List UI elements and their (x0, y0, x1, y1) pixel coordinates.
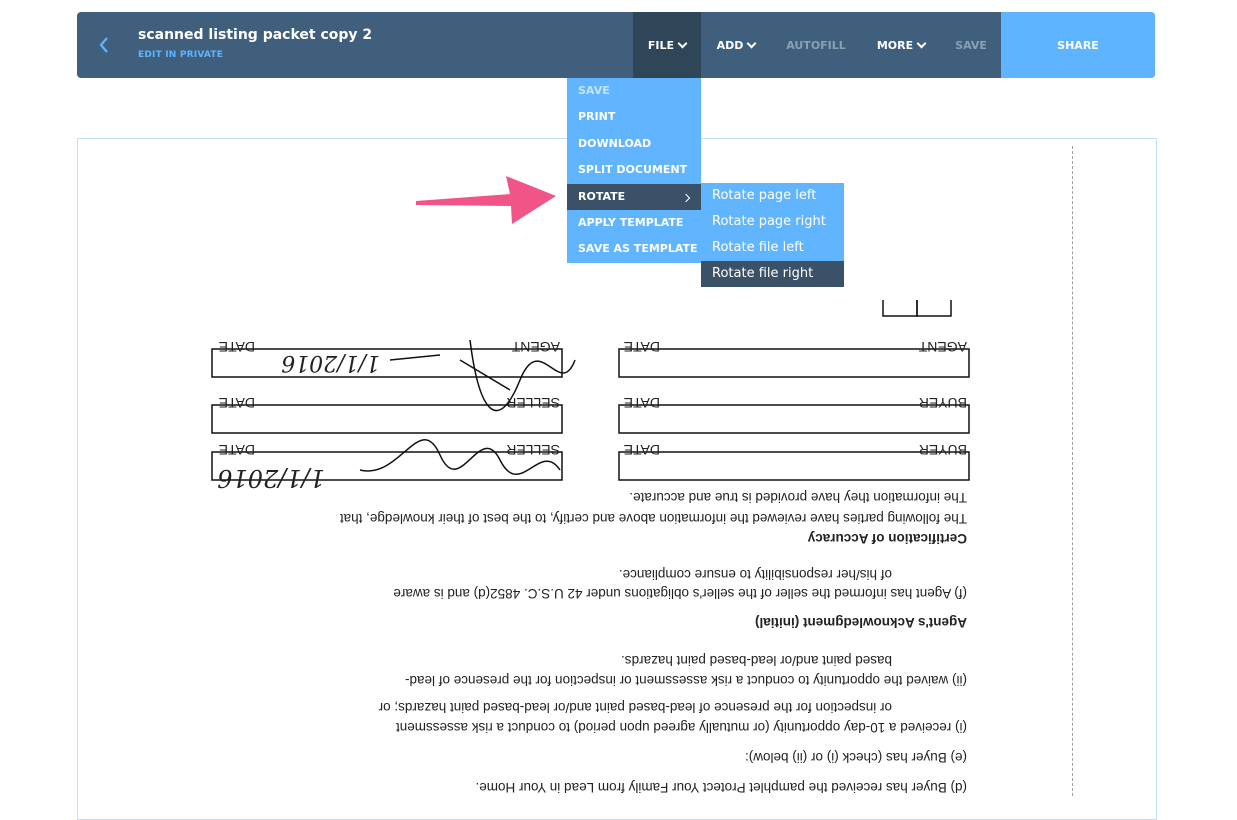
pink-arrow-annotation (416, 176, 556, 224)
file-menu-button[interactable]: FILE (633, 12, 701, 78)
rotate-file-right[interactable]: Rotate file right (701, 261, 844, 287)
rotate-page-left[interactable]: Rotate page left (701, 183, 844, 209)
label-seller-1: SELLER (506, 395, 560, 411)
menu-item-split-document[interactable]: SPLIT DOCUMENT (567, 157, 701, 183)
label-seller-2: SELLER (506, 442, 560, 458)
edit-in-private-link[interactable]: EDIT IN PRIVATE (138, 50, 223, 60)
more-label: MORE (876, 38, 914, 52)
doc-line-7: based paint and/or lead-based paint haza… (621, 653, 892, 668)
label-buyer-2: BUYER (919, 442, 967, 458)
chevron-down-icon (746, 38, 757, 48)
doc-line-9: or inspection for the presence of lead-b… (378, 700, 892, 715)
label-agent-right: AGENT (918, 339, 967, 355)
more-menu-button[interactable]: MORE (861, 12, 941, 78)
autofill-button[interactable]: AUTOFILL (771, 12, 861, 78)
save-button[interactable]: SAVE (941, 12, 1001, 78)
doc-line-12: (d) Buyer has received the pamphlet Prot… (475, 780, 967, 795)
doc-line-6: Agent's Acknowledgment (initial) (755, 615, 967, 630)
chevron-right-icon (681, 193, 691, 202)
handwritten-date-2: 1/1/2016 (217, 464, 325, 492)
doc-line-3: Certification of Accuracy (807, 531, 967, 546)
share-button[interactable]: SHARE (1001, 12, 1155, 78)
top-toolbar: scanned listing packet copy 2 EDIT IN PR… (77, 12, 1155, 78)
menu-item-save[interactable]: SAVE (567, 78, 701, 104)
rotate-page-right[interactable]: Rotate page right (701, 209, 844, 235)
handwritten-date-1: 1/1/2016 (281, 350, 380, 375)
label-date-3: DATE (219, 395, 255, 411)
scan-edge (1072, 146, 1075, 796)
label-date-left: DATE (219, 339, 255, 355)
chevron-down-icon (916, 38, 927, 48)
label-date-right: DATE (624, 339, 660, 355)
label-date-2: DATE (624, 395, 660, 411)
menu-item-print[interactable]: PRINT (567, 104, 701, 130)
rotate-file-left[interactable]: Rotate file left (701, 235, 844, 261)
menu-item-save-as-template[interactable]: SAVE AS TEMPLATE (567, 236, 701, 262)
scanned-document-content: AGENT DATE AGENT DATE BUYER DATE SELLER … (211, 300, 970, 795)
rotate-submenu: Rotate page left Rotate page right Rotat… (701, 183, 844, 287)
menu-item-apply-template[interactable]: APPLY TEMPLATE (567, 210, 701, 236)
doc-line-8: (ii) waived the opportunity to conduct a… (405, 673, 967, 688)
label-agent-left: AGENT (511, 339, 560, 355)
label-date-5: DATE (219, 442, 255, 458)
doc-line-10: (i) received a 10-day opportunity (or mu… (396, 720, 967, 735)
doc-line-5: (f) Agent has informed the seller of the… (393, 586, 967, 601)
doc-line-4: of his/her responsibility to ensure comp… (619, 567, 892, 582)
back-button[interactable] (91, 31, 117, 59)
doc-line-2: The following parties have reviewed the … (340, 511, 967, 526)
menu-item-rotate[interactable]: ROTATE (567, 183, 701, 210)
label-date-4: DATE (624, 442, 660, 458)
file-dropdown-menu: SAVE PRINT DOWNLOAD SPLIT DOCUMENT ROTAT… (567, 78, 701, 263)
doc-line-11: (e) Buyer has (check (i) or (ii) below): (745, 750, 967, 765)
file-label: FILE (647, 38, 675, 52)
main-nav: FILE ADD AUTOFILL MORE SAVE (633, 12, 1001, 78)
menu-item-download[interactable]: DOWNLOAD (567, 131, 701, 157)
chevron-left-icon (99, 37, 108, 53)
doc-line-1: The information they have provided is tr… (629, 490, 967, 505)
add-menu-button[interactable]: ADD (701, 12, 771, 78)
add-label: ADD (716, 38, 744, 52)
label-buyer-1: BUYER (919, 395, 967, 411)
document-title: scanned listing packet copy 2 (138, 27, 373, 43)
rotate-label: ROTATE (578, 189, 626, 203)
chevron-down-icon (677, 38, 688, 48)
